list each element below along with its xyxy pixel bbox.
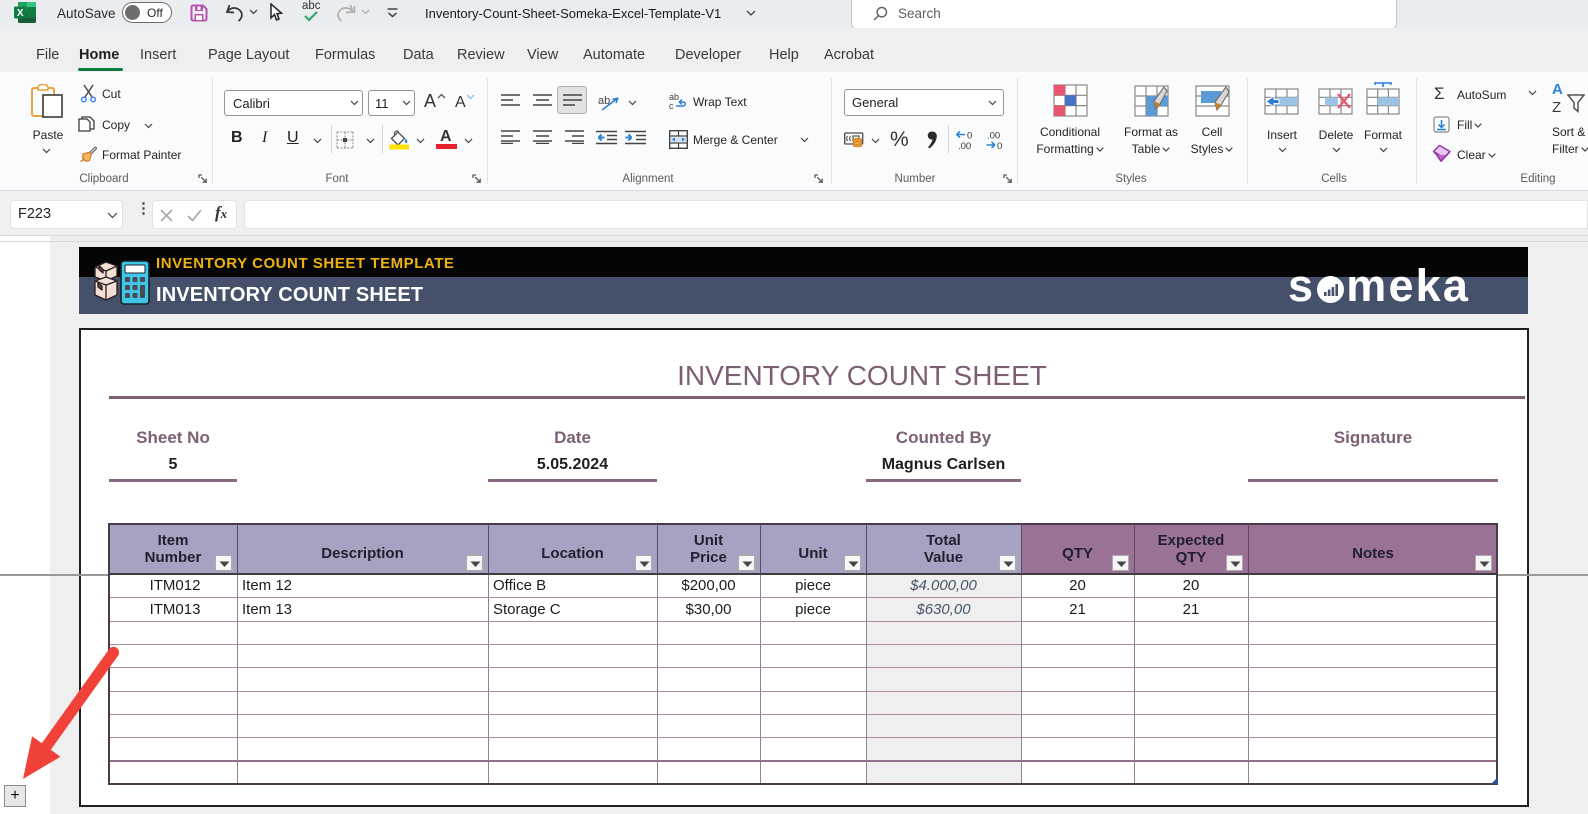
svg-text:0: 0 [997, 141, 1002, 150]
svg-text:X: X [17, 8, 24, 19]
svg-text:.00: .00 [958, 141, 971, 150]
svg-text:.00: .00 [987, 131, 1000, 142]
svg-text:c: c [669, 101, 674, 111]
svg-text:0: 0 [967, 131, 972, 142]
